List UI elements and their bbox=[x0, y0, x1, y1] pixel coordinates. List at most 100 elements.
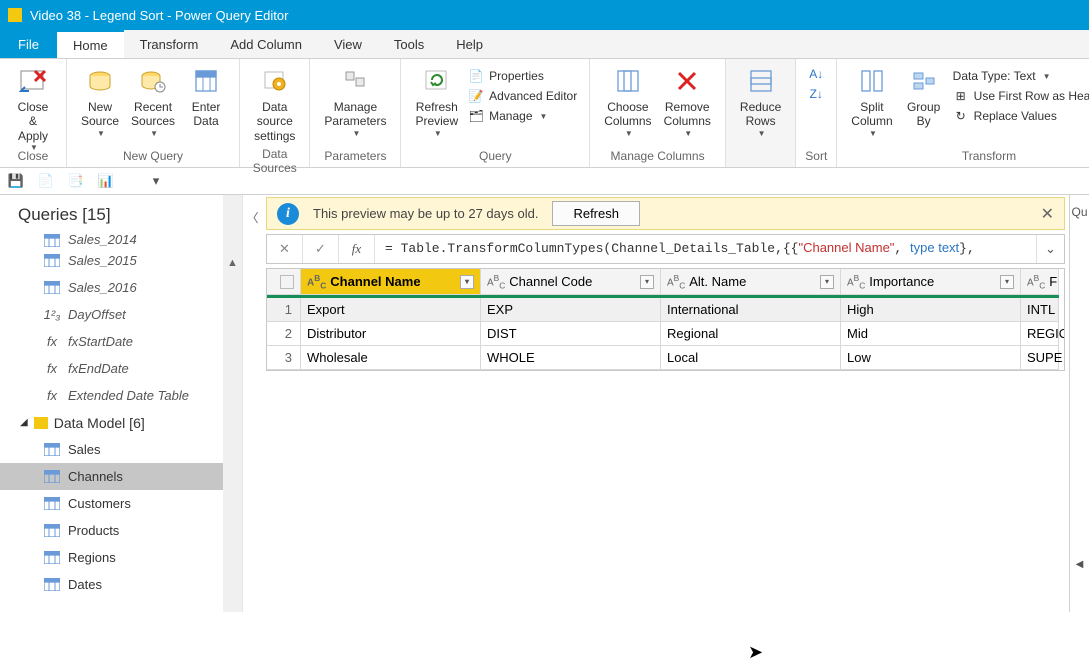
formula-accept-button[interactable]: ✓ bbox=[303, 235, 339, 263]
data-cell[interactable]: Wholesale bbox=[301, 346, 481, 370]
new-source-button[interactable]: New Source▼ bbox=[75, 63, 125, 140]
table-icon bbox=[44, 443, 60, 457]
recent-sources-button[interactable]: Recent Sources▼ bbox=[125, 63, 181, 140]
query-item[interactable]: Dates bbox=[0, 571, 223, 598]
advanced-editor-button[interactable]: 📝Advanced Editor bbox=[464, 87, 581, 105]
data-cell[interactable]: REGIO bbox=[1021, 322, 1059, 346]
query-item[interactable]: Customers bbox=[0, 490, 223, 517]
query-group-label: Data Model [6] bbox=[54, 415, 145, 431]
table-icon bbox=[44, 281, 60, 295]
reduce-rows-button[interactable]: Reduce Rows▼ bbox=[734, 63, 787, 140]
column-header[interactable]: ABCImportance▾ bbox=[841, 269, 1021, 295]
row-number[interactable]: 1 bbox=[267, 298, 301, 322]
query-item[interactable]: 1²₃DayOffset bbox=[0, 301, 223, 328]
data-cell[interactable]: Export bbox=[301, 298, 481, 322]
sort-desc-icon: Z↓ bbox=[808, 87, 824, 101]
query-item-label: Regions bbox=[68, 550, 116, 565]
query-group[interactable]: ◢Data Model [6] bbox=[0, 409, 223, 436]
choose-columns-button[interactable]: Choose Columns▼ bbox=[598, 63, 657, 140]
properties-button[interactable]: 📄Properties bbox=[464, 67, 581, 85]
table-icon bbox=[44, 578, 60, 592]
query-item-label: Customers bbox=[68, 496, 131, 511]
query-item[interactable]: Sales_2016 bbox=[0, 274, 223, 301]
formula-input[interactable]: = Table.TransformColumnTypes(Channel_Det… bbox=[375, 235, 1036, 263]
save-icon[interactable]: 💾 bbox=[8, 173, 24, 189]
sidebar-scrollbar[interactable]: ▲ bbox=[223, 195, 242, 612]
close-apply-button[interactable]: Close & Apply ▼ bbox=[8, 63, 58, 155]
fx-icon[interactable]: fx bbox=[339, 235, 375, 263]
data-cell[interactable]: Distributor bbox=[301, 322, 481, 346]
formula-cancel-button[interactable]: ✕ bbox=[267, 235, 303, 263]
menu-add-column[interactable]: Add Column bbox=[214, 30, 318, 58]
qat-icon-2[interactable]: 📄 bbox=[38, 173, 54, 189]
query-item-label: Extended Date Table bbox=[68, 388, 189, 403]
query-item[interactable]: Channels bbox=[0, 463, 223, 490]
cursor-icon: ➤ bbox=[748, 642, 763, 663]
query-item[interactable]: Products bbox=[0, 517, 223, 544]
ribbon-group-label bbox=[734, 147, 787, 165]
query-item[interactable]: Regions bbox=[0, 544, 223, 571]
data-cell[interactable]: EXP bbox=[481, 298, 661, 322]
sort-asc-button[interactable]: A↓ bbox=[804, 65, 828, 83]
manage-parameters-button[interactable]: Manage Parameters▼ bbox=[318, 63, 392, 140]
column-header[interactable]: ABCChannel Name▾ bbox=[301, 269, 481, 295]
data-source-settings-button[interactable]: Data source settings bbox=[248, 63, 301, 145]
sort-desc-button[interactable]: Z↓ bbox=[804, 85, 828, 103]
first-row-headers-button[interactable]: ⊞Use First Row as Headers▼ bbox=[949, 87, 1089, 105]
sidebar-collapse[interactable]: 〈 bbox=[242, 195, 262, 612]
ribbon-group-query: Refresh Preview▼ 📄Properties 📝Advanced E… bbox=[401, 59, 590, 167]
data-cell[interactable]: Mid bbox=[841, 322, 1021, 346]
qat-icon-4[interactable]: 📊 bbox=[98, 173, 114, 189]
menu-view[interactable]: View bbox=[318, 30, 378, 58]
qat-dropdown-icon[interactable]: ▾ bbox=[148, 173, 164, 189]
group-by-button[interactable]: Group By bbox=[899, 63, 949, 131]
column-filter-button[interactable]: ▾ bbox=[640, 275, 654, 289]
data-cell[interactable]: WHOLE bbox=[481, 346, 661, 370]
menu-tools[interactable]: Tools bbox=[378, 30, 440, 58]
ribbon-group-label: New Query bbox=[75, 147, 231, 165]
column-header[interactable]: ABCAlt. Name▾ bbox=[661, 269, 841, 295]
formula-bar: ✕ ✓ fx = Table.TransformColumnTypes(Chan… bbox=[266, 234, 1065, 264]
data-cell[interactable]: DIST bbox=[481, 322, 661, 346]
remove-columns-button[interactable]: Remove Columns▼ bbox=[658, 63, 717, 140]
row-number[interactable]: 3 bbox=[267, 346, 301, 370]
menu-home[interactable]: Home bbox=[57, 30, 124, 58]
right-panel-collapsed[interactable]: Qu ◀ bbox=[1069, 195, 1089, 612]
warning-text: This preview may be up to 27 days old. bbox=[313, 206, 538, 221]
refresh-button[interactable]: Refresh bbox=[552, 201, 640, 226]
data-cell[interactable]: Local bbox=[661, 346, 841, 370]
menu-help[interactable]: Help bbox=[440, 30, 499, 58]
close-icon[interactable]: ✕ bbox=[1041, 204, 1054, 224]
replace-values-button[interactable]: ↻Replace Values bbox=[949, 107, 1089, 125]
query-item[interactable]: Sales_2015 bbox=[0, 247, 223, 274]
data-cell[interactable]: Low bbox=[841, 346, 1021, 370]
query-item[interactable]: fxExtended Date Table bbox=[0, 382, 223, 409]
refresh-preview-button[interactable]: Refresh Preview▼ bbox=[409, 63, 464, 140]
qat-icon-3[interactable]: 📑 bbox=[68, 173, 84, 189]
column-header[interactable]: ABCF bbox=[1021, 269, 1059, 295]
data-cell[interactable]: SUPE bbox=[1021, 346, 1059, 370]
data-cell[interactable]: International bbox=[661, 298, 841, 322]
manage-button[interactable]: 🗂Manage▼ bbox=[464, 107, 581, 125]
split-column-button[interactable]: Split Column▼ bbox=[845, 63, 898, 140]
data-type-button[interactable]: Data Type: Text▼ bbox=[949, 67, 1089, 85]
query-item[interactable]: fxfxEndDate bbox=[0, 355, 223, 382]
grid-corner[interactable] bbox=[267, 269, 301, 295]
column-filter-button[interactable]: ▾ bbox=[1000, 275, 1014, 289]
menu-transform[interactable]: Transform bbox=[124, 30, 215, 58]
query-item[interactable]: Sales bbox=[0, 436, 223, 463]
column-filter-button[interactable]: ▾ bbox=[820, 275, 834, 289]
formula-expand-button[interactable]: ⌄ bbox=[1036, 235, 1064, 263]
menu-file[interactable]: File bbox=[0, 30, 57, 58]
enter-data-button[interactable]: Enter Data bbox=[181, 63, 231, 131]
query-item[interactable]: Sales_2014 bbox=[0, 233, 223, 247]
row-number[interactable]: 2 bbox=[267, 322, 301, 346]
column-header[interactable]: ABCChannel Code▾ bbox=[481, 269, 661, 295]
data-cell[interactable]: INTL bbox=[1021, 298, 1059, 322]
query-item[interactable]: fxfxStartDate bbox=[0, 328, 223, 355]
data-cell[interactable]: Regional bbox=[661, 322, 841, 346]
scroll-up-icon[interactable]: ▲ bbox=[227, 257, 238, 269]
data-cell[interactable]: High bbox=[841, 298, 1021, 322]
column-filter-button[interactable]: ▾ bbox=[460, 275, 474, 289]
column-name: Channel Code bbox=[509, 274, 592, 289]
